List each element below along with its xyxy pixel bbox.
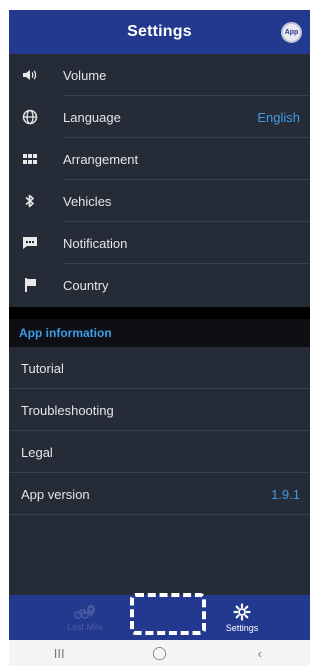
info-row-app-version: App version 1.9.1 [9,473,310,515]
settings-row-arrangement[interactable]: Arrangement [9,138,310,180]
bluetooth-icon [17,193,43,209]
settings-row-volume[interactable]: Volume [9,54,310,96]
info-row-label: App version [21,486,90,502]
flag-icon [17,277,43,293]
volume-icon [17,68,43,82]
page-title: Settings [127,23,192,40]
grid-icon [17,153,43,165]
app-information-heading: App information [9,319,310,347]
nav-last-mile-label: Last Mile [66,621,103,632]
info-row-label: Troubleshooting [21,402,114,418]
app-badge-icon[interactable]: App [281,22,302,43]
settings-row-label: Language [63,109,121,125]
app-header: Settings App [9,10,310,54]
settings-list: Volume Language English Arrangement Vehi… [9,54,310,307]
info-row-legal[interactable]: Legal [9,431,310,473]
gear-icon [233,602,251,621]
home-button[interactable]: ◯ [139,645,179,661]
settings-row-label: Vehicles [63,193,112,209]
info-row-label: Tutorial [21,360,64,376]
section-divider [9,307,310,319]
nav-last-mile[interactable]: Last Mile [55,595,115,640]
message-icon [17,235,43,251]
last-mile-icon [74,604,95,619]
info-row-tutorial[interactable]: Tutorial [9,347,310,389]
recents-button[interactable]: III [39,646,79,661]
nav-settings[interactable]: Settings [217,595,267,640]
back-button[interactable]: ‹ [240,646,280,661]
settings-row-label: Notification [63,235,128,251]
info-row-troubleshooting[interactable]: Troubleshooting [9,389,310,431]
settings-row-language[interactable]: Language English [9,96,310,138]
app-version-value: 1.9.1 [271,486,300,502]
settings-row-label: Volume [63,67,107,83]
left-margin [0,10,9,666]
nav-settings-label: Settings [225,622,259,633]
focus-highlight-box [130,593,206,635]
settings-row-country[interactable]: Country [9,264,310,306]
info-row-label: Legal [21,444,53,460]
settings-row-label: Arrangement [63,151,139,167]
app-information-list: Tutorial Troubleshooting Legal App versi… [9,347,310,595]
status-bar [0,0,310,10]
language-value: English [257,109,300,125]
settings-row-vehicles[interactable]: Vehicles [9,180,310,222]
settings-row-label: Country [63,277,109,293]
system-navigation-bar: III ◯ ‹ [9,640,310,666]
settings-row-notification[interactable]: Notification [9,222,310,264]
globe-icon [17,109,43,125]
